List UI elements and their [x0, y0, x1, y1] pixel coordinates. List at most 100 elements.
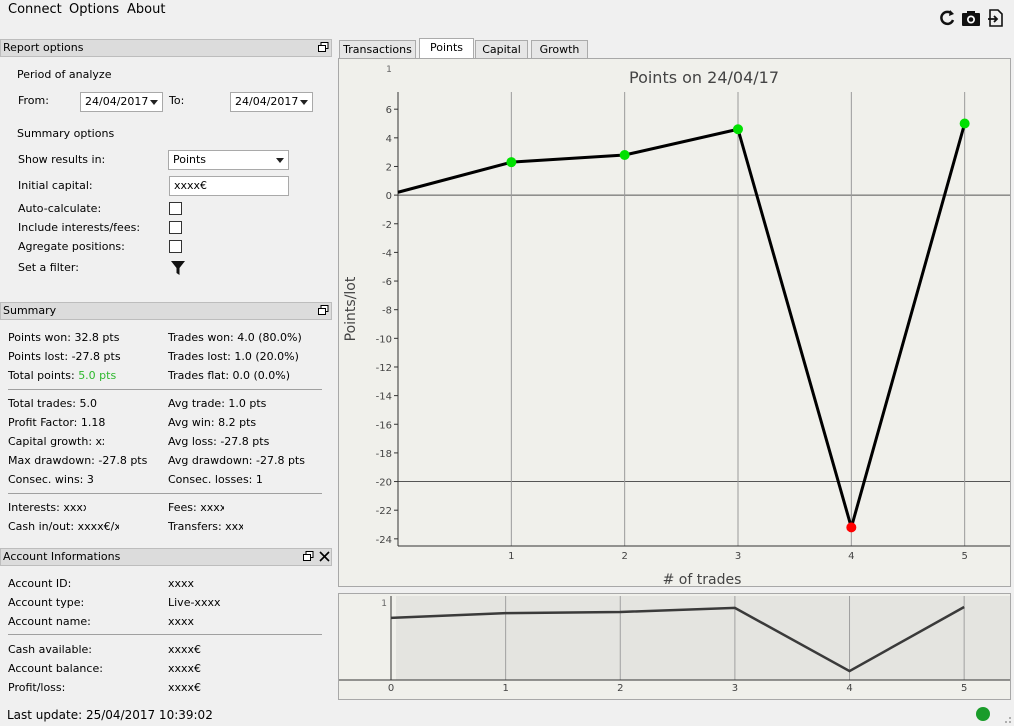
profit-loss-value: xxxx€ — [168, 681, 202, 694]
include-fees-label: Include interests/fees: — [18, 221, 141, 234]
from-label: From: — [18, 94, 49, 107]
to-date-select[interactable]: 24/04/2017 — [230, 92, 313, 112]
total-points-label: Total points: — [8, 369, 79, 382]
menu-connect[interactable]: Connect — [8, 2, 62, 17]
data-point — [959, 118, 970, 129]
report-options-title-text: Report options — [3, 41, 84, 54]
float-panel-icon[interactable] — [318, 305, 329, 316]
menu-bar: Connect Options About — [0, 0, 1014, 22]
avg-trade: Avg trade: 1.0 pts — [168, 397, 267, 410]
account-balance-value: xxxx€ — [168, 662, 202, 675]
cash-available-value: xxxx€ — [168, 643, 202, 656]
auto-calculate-label: Auto-calculate: — [18, 202, 102, 215]
tab-points[interactable]: Points — [419, 38, 474, 59]
y-axis-label: Points/lot — [343, 276, 359, 341]
account-name-value: xxxx — [168, 615, 195, 628]
chart-navigator[interactable]: 0 1 2 3 4 5 1 — [338, 593, 1011, 700]
y-tick-label: -18 — [376, 449, 392, 460]
account-name-label: Account name: — [8, 615, 91, 628]
nav-x-tick-label: 1 — [502, 683, 508, 694]
points-lost: Points lost: -27.8 pts — [8, 350, 121, 363]
period-label: Period of analyze — [17, 68, 112, 81]
nav-x-tick-label: 3 — [732, 683, 738, 694]
data-point — [619, 150, 630, 161]
tab-growth[interactable]: Growth — [531, 40, 588, 59]
points-chart: Points on 24/04/17 # of trades Points/lot 1… — [338, 58, 1011, 588]
y-tick-label: -14 — [376, 392, 392, 403]
aggregate-checkbox[interactable] — [169, 240, 182, 253]
menu-options[interactable]: Options — [69, 2, 119, 17]
chevron-down-icon — [150, 100, 158, 105]
camera-icon[interactable] — [961, 8, 981, 28]
account-balance-label: Account balance: — [8, 662, 103, 675]
divider — [8, 389, 322, 390]
y-tick-label: -6 — [382, 277, 392, 288]
x-tick-label: 5 — [961, 551, 967, 562]
fees: Fees: xxxx€ — [168, 501, 224, 514]
y-tick-label: 4 — [386, 134, 392, 145]
from-date-select[interactable]: 24/04/2017 — [80, 92, 163, 112]
to-date-value: 24/04/2017 — [235, 95, 299, 108]
connection-status-icon — [976, 707, 990, 721]
chevron-down-icon — [276, 158, 284, 163]
account-type-value: Live-xxxx — [168, 596, 221, 609]
cash-in-out: Cash in/out: xxxx€/xxxx€ — [8, 520, 119, 533]
corner-tick-label: 1 — [386, 65, 392, 75]
filter-label: Set a filter: — [18, 261, 79, 274]
float-panel-icon[interactable] — [318, 42, 329, 53]
menu-about[interactable]: About — [127, 2, 165, 17]
account-title: Account Informations — [0, 548, 332, 566]
y-tick-label: -10 — [376, 334, 392, 345]
consec-wins: Consec. wins: 3 — [8, 473, 94, 486]
x-tick-label: 3 — [735, 551, 741, 562]
tab-transactions[interactable]: Transactions — [339, 40, 416, 59]
chart-title: Points on 24/04/17 — [629, 68, 779, 87]
x-axis-label: # of trades — [663, 572, 742, 588]
account-type-label: Account type: — [8, 596, 85, 609]
total-points-value: 5.0 pts — [78, 369, 117, 382]
total-trades: Total trades: 5.0 — [8, 397, 97, 410]
show-results-select[interactable]: Points — [168, 150, 289, 170]
trades-flat: Trades flat: 0.0 (0.0%) — [168, 369, 291, 382]
summary-options-label: Summary options — [17, 127, 115, 140]
auto-calculate-checkbox[interactable] — [169, 202, 182, 215]
avg-win: Avg win: 8.2 pts — [168, 416, 257, 429]
aggregate-label: Agregate positions: — [18, 240, 125, 253]
cash-available-label: Cash available: — [8, 643, 92, 656]
include-fees-checkbox[interactable] — [169, 221, 182, 234]
consec-losses: Consec. losses: 1 — [168, 473, 263, 486]
refresh-icon[interactable] — [937, 8, 957, 28]
y-tick-label: 6 — [386, 105, 392, 116]
y-tick-label: 0 — [386, 191, 392, 202]
initial-capital-value: xxxx€ — [174, 179, 208, 192]
max-drawdown: Max drawdown: -27.8 pts — [8, 454, 148, 467]
y-tick-label: 2 — [386, 162, 392, 173]
summary-title-text: Summary — [3, 304, 57, 317]
nav-x-tick-label: 4 — [846, 683, 852, 694]
divider — [8, 493, 322, 494]
nav-x-tick-label: 0 — [388, 683, 394, 694]
float-panel-icon[interactable] — [303, 551, 314, 562]
resize-grip-icon[interactable] — [1000, 712, 1012, 724]
total-points: Total points: 5.0 pts — [8, 369, 116, 382]
close-icon[interactable] — [319, 551, 330, 562]
filter-icon[interactable] — [170, 260, 186, 276]
y-tick-label: -22 — [376, 506, 392, 517]
profit-loss-label: Profit/loss: — [8, 681, 66, 694]
trades-won: Trades won: 4.0 (80.0%) — [168, 331, 302, 344]
export-icon[interactable] — [986, 8, 1006, 28]
nav-y-tick-label: 1 — [381, 599, 387, 609]
y-tick-label: -20 — [376, 478, 392, 489]
last-update: Last update: 25/04/2017 10:39:02 — [7, 708, 213, 722]
chevron-down-icon — [300, 100, 308, 105]
x-tick-label: 4 — [848, 551, 854, 562]
to-label: To: — [169, 94, 185, 107]
points-won: Points won: 32.8 pts — [8, 331, 120, 344]
y-tick-label: -16 — [376, 420, 392, 431]
navigator-svg: 0 1 2 3 4 5 1 — [339, 596, 1010, 694]
show-results-label: Show results in: — [18, 153, 106, 166]
initial-capital-input[interactable]: xxxx€ — [169, 176, 289, 196]
account-id-label: Account ID: — [8, 577, 72, 590]
tab-capital[interactable]: Capital — [475, 40, 528, 59]
trades-lost: Trades lost: 1.0 (20.0%) — [168, 350, 299, 363]
